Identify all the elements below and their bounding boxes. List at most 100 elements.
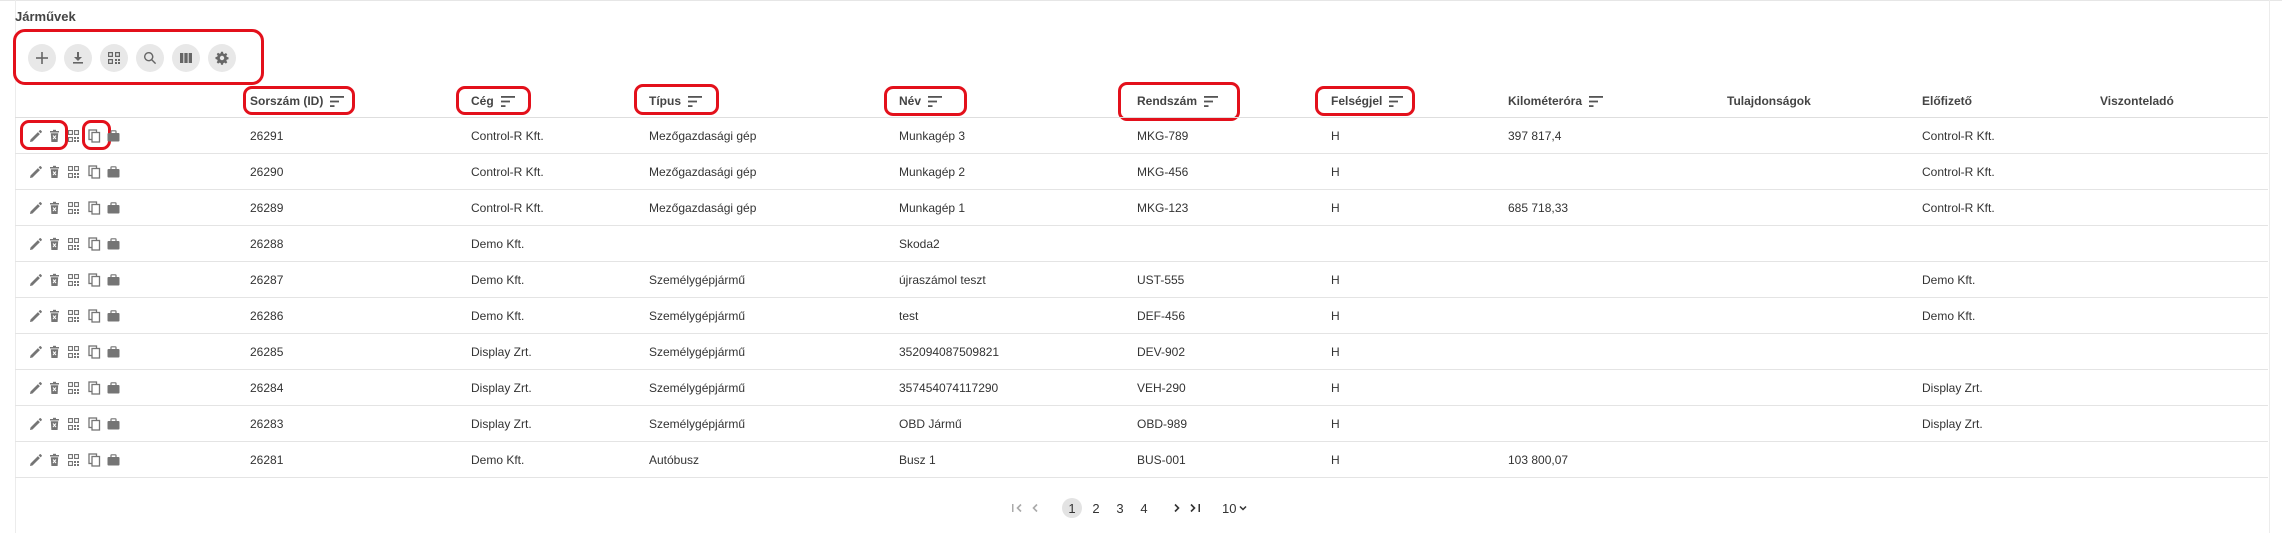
copy-button[interactable]: [88, 129, 101, 143]
column-header-type[interactable]: Típus: [649, 84, 702, 118]
search-button[interactable]: [136, 44, 164, 72]
qr-button[interactable]: [67, 129, 80, 143]
copy-button[interactable]: [88, 453, 101, 467]
table-row[interactable]: 26285 Display Zrt. Személygépjármű 35209408…: [15, 334, 2268, 370]
edit-button[interactable]: [29, 453, 42, 467]
copy-button[interactable]: [88, 309, 101, 323]
qr-button[interactable]: [67, 381, 80, 395]
qr-code-icon: [68, 382, 79, 394]
copy-button[interactable]: [88, 417, 101, 431]
download-button[interactable]: [64, 44, 92, 72]
edit-button[interactable]: [29, 273, 42, 287]
page-1-button[interactable]: 1: [1062, 498, 1082, 518]
delete-button[interactable]: [48, 453, 61, 467]
pencil-icon: [30, 346, 42, 358]
column-header-id[interactable]: Sorszám (ID): [250, 84, 345, 118]
next-page-button[interactable]: [1168, 499, 1186, 517]
delete-button[interactable]: [48, 309, 61, 323]
edit-button[interactable]: [29, 345, 42, 359]
assign-button[interactable]: [107, 201, 120, 215]
cell-country: H: [1331, 165, 1340, 179]
settings-button[interactable]: [208, 44, 236, 72]
qr-button[interactable]: [67, 273, 80, 287]
copy-button[interactable]: [88, 345, 101, 359]
column-header-odometer[interactable]: Kilométeróra: [1508, 84, 1604, 118]
table-row[interactable]: 26289 Control-R Kft. Mezőgazdasági gép Munk…: [15, 190, 2268, 226]
delete-button[interactable]: [48, 237, 61, 251]
sort-icon: [928, 95, 943, 107]
delete-button[interactable]: [48, 165, 61, 179]
qr-button[interactable]: [67, 345, 80, 359]
qr-button[interactable]: [67, 237, 80, 251]
assign-button[interactable]: [107, 237, 120, 251]
delete-button[interactable]: [48, 381, 61, 395]
copy-button[interactable]: [88, 201, 101, 215]
delete-button[interactable]: [48, 345, 61, 359]
columns-button[interactable]: [172, 44, 200, 72]
table-row[interactable]: 26284 Display Zrt. Személygépjármű 35745407…: [15, 370, 2268, 406]
column-header-label: Viszonteladó: [2100, 94, 2174, 108]
column-header-name[interactable]: Név: [899, 84, 943, 118]
table-row[interactable]: 26291 Control-R Kft. Mezőgazdasági gép Munk…: [15, 118, 2268, 154]
add-button[interactable]: [28, 44, 56, 72]
assign-button[interactable]: [107, 273, 120, 287]
cell-plate: MKG-123: [1137, 201, 1189, 215]
page-4-button[interactable]: 4: [1134, 498, 1154, 518]
edit-button[interactable]: [29, 237, 42, 251]
copy-button[interactable]: [88, 165, 101, 179]
qr-button[interactable]: [67, 417, 80, 431]
table-row[interactable]: 26286 Demo Kft. Személygépjármű test DEF-456…: [15, 298, 2268, 334]
assign-button[interactable]: [107, 417, 120, 431]
cell-name: 357454074117290: [899, 381, 999, 395]
delete-button[interactable]: [48, 129, 61, 143]
cell-country: H: [1331, 453, 1340, 467]
page: Járművek Sorszám (ID) Cég Típus Név Rend…: [0, 0, 2282, 533]
last-page-button[interactable]: [1186, 499, 1204, 517]
cell-id: 26284: [250, 381, 284, 395]
copy-button[interactable]: [88, 381, 101, 395]
column-header-company[interactable]: Cég: [471, 84, 515, 118]
prev-page-button[interactable]: [1026, 499, 1044, 517]
gear-icon: [215, 51, 229, 65]
edit-button[interactable]: [29, 201, 42, 215]
table-row[interactable]: 26288 Demo Kft. Skoda2: [15, 226, 2268, 262]
qr-button[interactable]: [67, 201, 80, 215]
qr-button[interactable]: [67, 165, 80, 179]
qr-button[interactable]: [100, 44, 128, 72]
assign-button[interactable]: [107, 165, 120, 179]
qr-button[interactable]: [67, 309, 80, 323]
assign-button[interactable]: [107, 129, 120, 143]
page-size-select[interactable]: 10: [1222, 501, 1248, 516]
assign-button[interactable]: [107, 309, 120, 323]
table-row[interactable]: 26283 Display Zrt. Személygépjármű OBD Járm…: [15, 406, 2268, 442]
cell-name: újraszámol teszt: [899, 273, 986, 287]
copy-button[interactable]: [88, 273, 101, 287]
edit-button[interactable]: [29, 309, 42, 323]
assign-button[interactable]: [107, 453, 120, 467]
column-header-label: Név: [899, 94, 922, 108]
edit-button[interactable]: [29, 129, 42, 143]
page-2-button[interactable]: 2: [1086, 498, 1106, 518]
edit-button[interactable]: [29, 165, 42, 179]
table-body: 26291 Control-R Kft. Mezőgazdasági gép Munk…: [15, 118, 2268, 478]
sort-icon: [330, 95, 345, 107]
edit-button[interactable]: [29, 381, 42, 395]
column-header-label: Felségjel: [1331, 94, 1383, 108]
table-row[interactable]: 26281 Demo Kft. Autóbusz Busz 1 BUS-001 H 103 …: [15, 442, 2268, 478]
delete-button[interactable]: [48, 201, 61, 215]
page-3-button[interactable]: 3: [1110, 498, 1130, 518]
delete-button[interactable]: [48, 417, 61, 431]
edit-button[interactable]: [29, 417, 42, 431]
table-row[interactable]: 26287 Demo Kft. Személygépjármű újraszámol …: [15, 262, 2268, 298]
chevron-left-icon: [1032, 503, 1038, 513]
qr-button[interactable]: [67, 453, 80, 467]
assign-button[interactable]: [107, 381, 120, 395]
assign-button[interactable]: [107, 345, 120, 359]
delete-button[interactable]: [48, 273, 61, 287]
first-page-button[interactable]: [1008, 499, 1026, 517]
column-header-plate[interactable]: Rendszám: [1137, 84, 1219, 118]
cell-odometer: 685 718,33: [1508, 201, 1569, 215]
column-header-country[interactable]: Felségjel: [1331, 84, 1404, 118]
copy-button[interactable]: [88, 237, 101, 251]
table-row[interactable]: 26290 Control-R Kft. Mezőgazdasági gép Munk…: [15, 154, 2268, 190]
